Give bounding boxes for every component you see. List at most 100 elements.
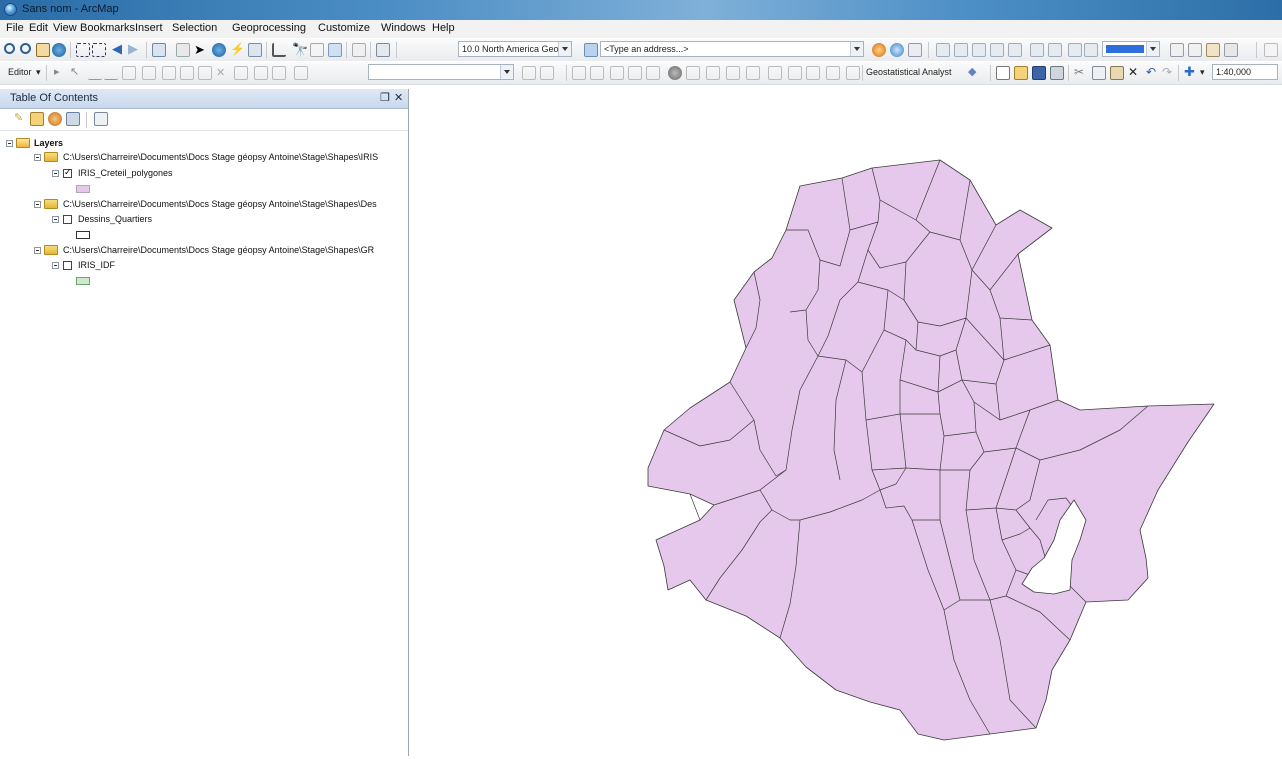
toolbox-icon[interactable] (1206, 43, 1220, 57)
identify-icon[interactable] (212, 43, 226, 57)
catalog-icon[interactable] (908, 43, 922, 57)
cut-icon[interactable]: ✂ (1074, 66, 1088, 80)
attributes-icon[interactable] (254, 66, 268, 80)
add-data-icon[interactable] (376, 43, 390, 57)
delete-icon[interactable]: ✕ (1128, 66, 1142, 80)
layers-root-label[interactable]: Layers (34, 137, 63, 150)
collapse-icon[interactable] (6, 140, 13, 147)
edit-annotation-icon[interactable]: ↖ (70, 66, 84, 80)
html-popup-icon[interactable] (248, 43, 262, 57)
address-search-input[interactable]: <Type an address...> (600, 41, 864, 57)
geostatistical-analyst-menu[interactable]: Geostatistical Analyst (866, 67, 952, 77)
find-icon[interactable]: 🔭 (292, 43, 308, 57)
create-features-icon[interactable] (294, 66, 308, 80)
geocode-icon[interactable] (872, 43, 886, 57)
georef-icon[interactable] (522, 66, 536, 80)
map-scale-input[interactable]: 1:40,000 (1212, 64, 1278, 80)
zoom-in-icon[interactable] (4, 43, 15, 54)
fix-error-icon[interactable] (628, 66, 642, 80)
back-arrow-icon[interactable]: ◀ (112, 42, 126, 57)
collapse-icon[interactable] (52, 170, 59, 177)
edit-vertices-icon[interactable] (162, 66, 176, 80)
collapse-icon[interactable] (34, 154, 41, 161)
editor-dropdown-arrow[interactable]: ▾ (36, 67, 41, 78)
close-icon[interactable]: ✕ (394, 91, 403, 104)
model-tool-icon[interactable] (1008, 43, 1022, 57)
overflow-icon[interactable] (846, 66, 860, 80)
basemap-dropdown[interactable]: 10.0 North America Geocc (458, 41, 572, 57)
list-by-selection-icon[interactable] (66, 112, 80, 126)
generalize-icon[interactable] (806, 66, 820, 80)
chart-tool-icon[interactable] (1068, 43, 1082, 57)
new-document-icon[interactable] (996, 66, 1010, 80)
sketch-properties-icon[interactable] (272, 66, 286, 80)
color-dropdown[interactable] (1102, 41, 1160, 57)
pan-icon[interactable] (36, 43, 50, 57)
menu-windows[interactable]: Windows (381, 22, 426, 34)
overflow-icon[interactable] (1264, 43, 1278, 57)
cut-polygons-icon[interactable] (198, 66, 212, 80)
copy-icon[interactable] (1092, 66, 1106, 80)
print-icon[interactable] (1050, 66, 1064, 80)
toc-options-icon[interactable] (94, 112, 108, 126)
document-icon[interactable] (1188, 43, 1202, 57)
paste-icon[interactable] (1110, 66, 1124, 80)
rotate-icon[interactable] (234, 66, 248, 80)
measure-icon[interactable] (272, 43, 286, 57)
full-extent-icon[interactable] (52, 43, 66, 57)
graph-tool-icon[interactable] (972, 43, 986, 57)
fillet-icon[interactable] (706, 66, 720, 80)
menu-file[interactable]: File (6, 22, 24, 34)
error-inspector-icon[interactable] (646, 66, 660, 80)
table-tool-icon[interactable] (936, 43, 950, 57)
layer-visibility-checkbox[interactable] (63, 167, 72, 178)
straight-segment-icon[interactable] (88, 66, 102, 80)
go-to-xy-icon[interactable] (328, 43, 342, 57)
advanced-edit-icon[interactable] (668, 66, 682, 80)
open-folder-icon[interactable] (1014, 66, 1028, 80)
layout-tool-icon[interactable] (954, 43, 968, 57)
topology-icon[interactable] (572, 66, 586, 80)
menu-help[interactable]: Help (432, 22, 455, 34)
menu-selection[interactable]: Selection (172, 22, 217, 34)
edit-tool-icon[interactable]: ▸ (54, 66, 68, 80)
layer-symbol-swatch[interactable] (76, 277, 90, 285)
menu-edit[interactable]: Edit (29, 22, 48, 34)
menu-insert[interactable]: Insert (135, 22, 163, 34)
columns-tool-icon[interactable] (1048, 43, 1062, 57)
group-path-label[interactable]: C:\Users\Charreire\Documents\Docs Stage … (63, 151, 378, 164)
forward-arrow-icon[interactable]: ▶ (128, 42, 142, 57)
trim-icon[interactable] (746, 66, 760, 80)
grid-tool-icon[interactable] (1030, 43, 1044, 57)
split-icon[interactable]: ✕ (216, 66, 230, 80)
redo-icon[interactable]: ↷ (1162, 66, 1176, 80)
map-view[interactable] (409, 89, 1282, 756)
line-intersection-icon[interactable] (768, 66, 782, 80)
layer-name-label[interactable]: IRIS_Creteil_polygones (78, 167, 173, 180)
reshape-icon[interactable] (180, 66, 194, 80)
menu-bookmarks[interactable]: Bookmarks (80, 22, 135, 34)
fixed-zoom-in-icon[interactable] (76, 43, 90, 57)
menu-view[interactable]: View (53, 22, 77, 34)
collapse-icon[interactable] (52, 262, 59, 269)
select-features-icon[interactable] (152, 43, 166, 57)
undo-icon[interactable]: ↶ (1146, 66, 1160, 80)
locator-icon[interactable] (584, 43, 598, 57)
spatial-adjust-icon[interactable] (540, 66, 554, 80)
topology-edit-icon[interactable] (590, 66, 604, 80)
save-icon[interactable] (1032, 66, 1046, 80)
extend-icon[interactable] (726, 66, 740, 80)
clear-selection-icon[interactable] (176, 43, 190, 57)
menu-geoprocessing[interactable]: Geoprocessing (232, 22, 306, 34)
add-data-dropdown-arrow[interactable]: ▾ (1200, 67, 1205, 78)
page-icon[interactable] (1170, 43, 1184, 57)
python-icon[interactable] (1224, 43, 1238, 57)
float-panel-icon[interactable]: ❐ (380, 91, 390, 104)
iris-polygon-outline[interactable] (647, 159, 1215, 741)
menu-customize[interactable]: Customize (318, 22, 370, 34)
network-icon[interactable] (890, 43, 904, 57)
zoom-out-icon[interactable] (20, 43, 31, 54)
collapse-icon[interactable] (34, 247, 41, 254)
smooth-icon[interactable] (826, 66, 840, 80)
list-by-visibility-icon[interactable] (48, 112, 62, 126)
